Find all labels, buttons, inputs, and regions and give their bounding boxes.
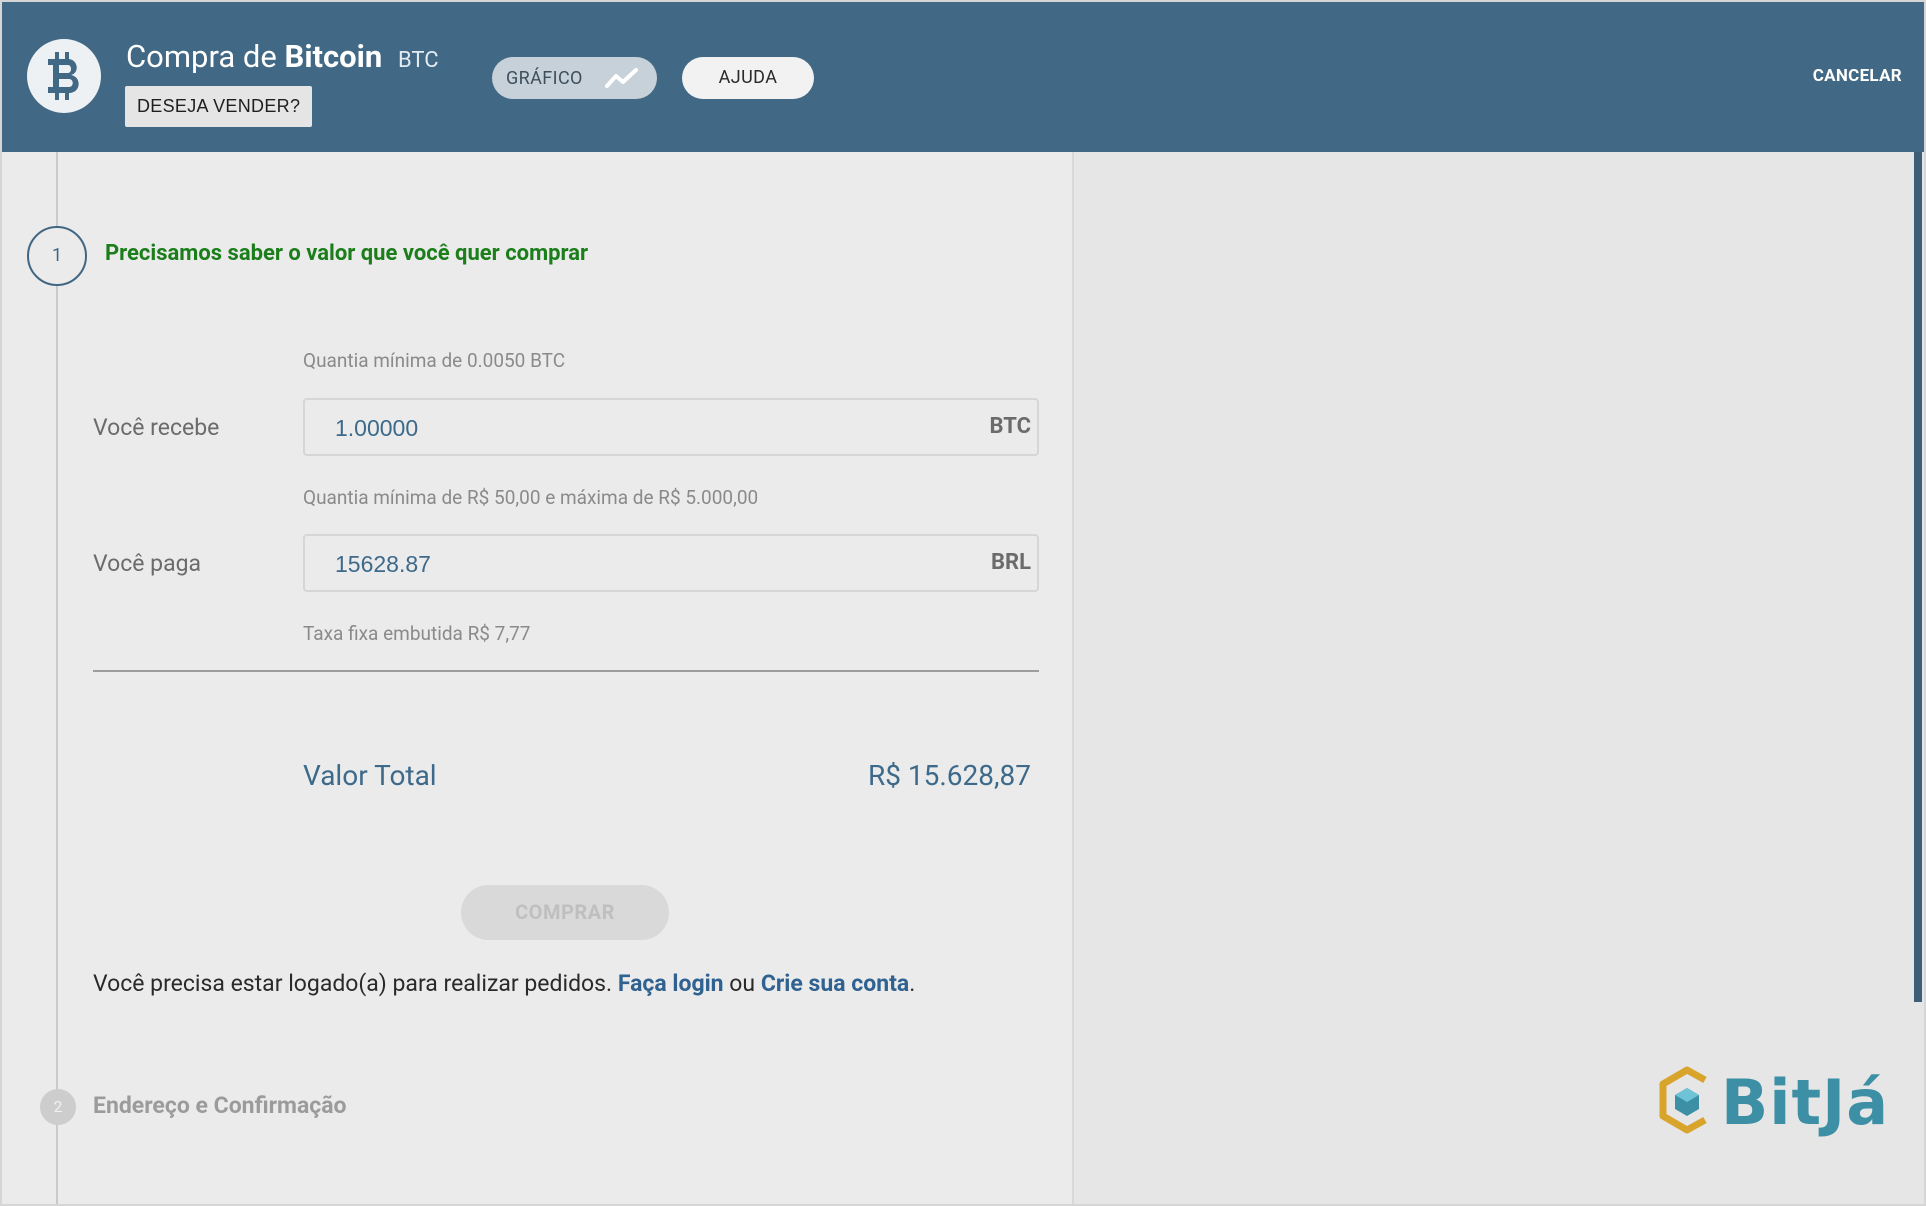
app-frame: Compra de Bitcoin BTC DESEJA VENDER? GRÁ… — [2, 2, 1924, 1204]
title-ticker: BTC — [397, 48, 439, 73]
brand-logo: BitJá — [1657, 1062, 1888, 1142]
signup-link[interactable]: Crie sua conta — [761, 970, 909, 997]
sell-button[interactable]: DESEJA VENDER? — [125, 86, 313, 127]
receive-field[interactable]: BTC — [303, 398, 1039, 456]
login-or: ou — [729, 970, 756, 997]
help-button[interactable]: AJUDA — [682, 57, 814, 99]
receive-input[interactable] — [333, 400, 897, 456]
header-bar: Compra de Bitcoin BTC DESEJA VENDER? GRÁ… — [2, 2, 1924, 152]
login-message: Você precisa estar logado(a) para realiz… — [93, 970, 915, 997]
pay-field[interactable]: BRL — [303, 534, 1039, 592]
chart-button-label: GRÁFICO — [506, 67, 583, 89]
step-1-indicator: 1 — [27, 226, 87, 286]
buy-button[interactable]: COMPRAR — [461, 885, 669, 940]
total-label: Valor Total — [303, 759, 437, 792]
pay-hint: Quantia mínima de R$ 50,00 e máxima de R… — [303, 486, 759, 509]
brand-name: BitJá — [1721, 1066, 1890, 1139]
steps-timeline — [56, 152, 58, 1204]
step-2-indicator: 2 — [40, 1089, 76, 1125]
page-title: Compra de Bitcoin BTC — [126, 38, 439, 75]
side-panel — [1074, 152, 1924, 1204]
cube-icon — [1659, 1066, 1707, 1134]
fee-note: Taxa fixa embutida R$ 7,77 — [303, 622, 531, 645]
receive-label: Você recebe — [93, 414, 220, 441]
pay-unit: BRL — [990, 550, 1031, 575]
login-message-text: Você precisa estar logado(a) para realiz… — [93, 970, 613, 997]
receive-unit: BTC — [989, 414, 1031, 439]
login-period: . — [909, 970, 916, 997]
step-1-title: Precisamos saber o valor que você quer c… — [105, 241, 589, 266]
bitcoin-icon — [48, 52, 79, 100]
cancel-link[interactable]: CANCELAR — [1813, 66, 1902, 86]
total-value: R$ 15.628,87 — [868, 759, 1031, 792]
chart-button[interactable]: GRÁFICO — [492, 57, 657, 99]
login-link[interactable]: Faça login — [618, 970, 724, 997]
step-2-title[interactable]: Endereço e Confirmação — [93, 1092, 347, 1119]
pay-input[interactable] — [333, 536, 897, 592]
title-prefix: Compra de — [126, 38, 277, 75]
bitcoin-logo — [27, 39, 101, 113]
receive-hint: Quantia mínima de 0.0050 BTC — [303, 349, 566, 372]
trend-line-icon — [604, 68, 638, 88]
order-form-panel — [2, 152, 1074, 1204]
title-coin: Bitcoin — [284, 38, 383, 75]
pay-label: Você paga — [93, 550, 202, 577]
divider — [93, 670, 1039, 672]
scrollbar[interactable] — [1914, 152, 1922, 1002]
